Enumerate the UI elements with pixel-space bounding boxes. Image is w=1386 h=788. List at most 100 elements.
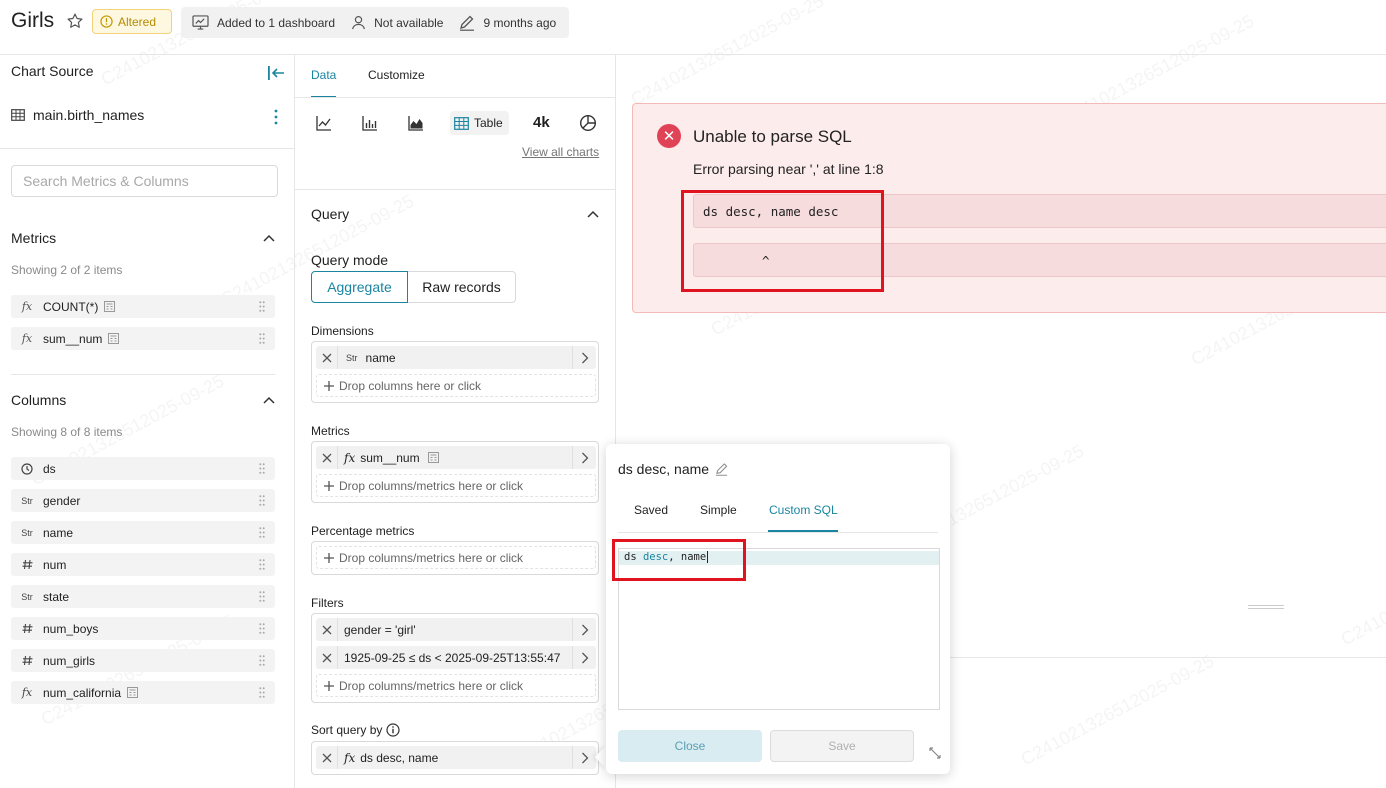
altered-badge[interactable]: Altered — [92, 9, 172, 34]
dashboards-meta[interactable]: Added to 1 dashboard — [192, 15, 335, 30]
plus-icon — [324, 680, 334, 691]
close-icon[interactable] — [316, 446, 338, 469]
metrics-section-title[interactable]: Metrics — [11, 230, 56, 246]
filter-text: 1925-09-25 ≤ ds < 2025-09-25T13:55:47 — [344, 650, 561, 665]
drag-handle-icon[interactable] — [259, 463, 265, 474]
table-viz-label: Table — [474, 116, 503, 130]
metrics-count: Showing 2 of 2 items — [11, 263, 123, 277]
line-chart-icon[interactable] — [316, 114, 332, 132]
chevron-right-icon[interactable] — [572, 346, 596, 369]
close-icon[interactable] — [316, 746, 338, 769]
column-name: num_california — [43, 685, 122, 700]
view-all-charts-link[interactable]: View all charts — [522, 145, 599, 159]
fx-icon: fx — [21, 300, 33, 313]
chevron-right-icon[interactable] — [572, 618, 596, 641]
drop-metrics-zone[interactable]: Drop columns/metrics here or click — [316, 546, 596, 569]
filter-pill[interactable]: gender = 'girl' — [316, 618, 596, 641]
star-icon[interactable] — [66, 12, 84, 30]
area-chart-icon[interactable] — [408, 114, 424, 132]
pie-chart-icon[interactable] — [579, 114, 597, 132]
tab-data[interactable]: Data — [311, 68, 336, 82]
filter-text: gender = 'girl' — [344, 622, 416, 637]
resize-grip-icon[interactable] — [1248, 604, 1284, 610]
chart-source-title: Chart Source — [11, 63, 94, 79]
filter-pill[interactable]: 1925-09-25 ≤ ds < 2025-09-25T13:55:47 — [316, 646, 596, 669]
dimension-pill[interactable]: Str name — [316, 346, 596, 369]
divider — [295, 97, 615, 98]
column-name: gender — [43, 493, 81, 508]
drag-handle-icon[interactable] — [259, 527, 265, 538]
drop-label: Drop columns here or click — [339, 378, 482, 393]
drop-columns-zone[interactable]: Drop columns here or click — [316, 374, 596, 397]
query-section-title[interactable]: Query — [311, 206, 349, 222]
drag-handle-icon[interactable] — [259, 655, 265, 666]
warning-circle-icon — [100, 15, 113, 28]
info-icon[interactable] — [386, 723, 400, 737]
tab-saved[interactable]: Saved — [634, 503, 668, 517]
bar-chart-icon[interactable] — [362, 114, 378, 132]
chevron-right-icon[interactable] — [572, 746, 596, 769]
column-item[interactable]: num_boys — [11, 617, 275, 640]
chevron-up-icon[interactable] — [262, 395, 276, 405]
owner-meta[interactable]: Not available — [351, 15, 443, 30]
metric-item[interactable]: fx sum__num — [11, 327, 275, 350]
columns-section-title[interactable]: Columns — [11, 392, 66, 408]
close-button[interactable]: Close — [618, 730, 762, 762]
big-number-viz-button[interactable]: 4k — [533, 114, 550, 131]
drop-filters-zone[interactable]: Drop columns/metrics here or click — [316, 674, 596, 697]
resize-icon[interactable] — [928, 746, 942, 760]
column-item[interactable]: num — [11, 553, 275, 576]
column-item[interactable]: num_girls — [11, 649, 275, 672]
drag-handle-icon[interactable] — [259, 559, 265, 570]
column-name: num_boys — [43, 621, 99, 636]
drop-metrics-zone[interactable]: Drop columns/metrics here or click — [316, 474, 596, 497]
aggregate-mode-button[interactable]: Aggregate — [311, 271, 408, 303]
popover-title-text: ds desc, name — [618, 461, 710, 477]
chevron-up-icon[interactable] — [586, 209, 600, 219]
edit-icon[interactable] — [715, 462, 728, 476]
collapse-panel-icon[interactable] — [266, 64, 286, 82]
calculator-icon — [427, 452, 439, 463]
metric-pill[interactable]: fx sum__num — [316, 446, 596, 469]
drag-handle-icon[interactable] — [259, 495, 265, 506]
sort-label-text: Sort query by — [311, 723, 383, 737]
column-item[interactable]: Str name — [11, 521, 275, 544]
chevron-right-icon[interactable] — [572, 646, 596, 669]
save-button[interactable]: Save — [770, 730, 914, 762]
search-metrics-input[interactable]: Search Metrics & Columns — [11, 165, 278, 197]
drag-handle-icon[interactable] — [259, 333, 265, 344]
metric-item[interactable]: fx COUNT(*) — [11, 295, 275, 318]
tab-customize[interactable]: Customize — [368, 68, 425, 82]
modified-meta[interactable]: 9 months ago — [459, 15, 556, 31]
table-icon — [11, 109, 25, 121]
column-item[interactable]: fx num_california — [11, 681, 275, 704]
drag-handle-icon[interactable] — [259, 301, 265, 312]
tab-simple[interactable]: Simple — [700, 503, 737, 517]
raw-records-mode-button[interactable]: Raw records — [407, 271, 516, 303]
percentage-metrics-control: Drop columns/metrics here or click — [311, 541, 599, 575]
metrics-control: fx sum__num Drop columns/metrics here or… — [311, 441, 599, 503]
chevron-up-icon[interactable] — [262, 233, 276, 243]
table-viz-button[interactable]: Table — [450, 111, 509, 135]
close-icon[interactable] — [316, 646, 338, 669]
more-options-icon[interactable] — [273, 108, 279, 126]
column-item[interactable]: ds — [11, 457, 275, 480]
datasource-row[interactable]: main.birth_names — [11, 107, 144, 123]
filters-control: gender = 'girl' 1925-09-25 ≤ ds < 2025-0… — [311, 613, 599, 703]
dimensions-control: Str name Drop columns here or click — [311, 341, 599, 403]
popover-title[interactable]: ds desc, name — [618, 461, 728, 477]
chart-title[interactable]: Girls — [11, 9, 54, 33]
chevron-right-icon[interactable] — [572, 446, 596, 469]
close-icon[interactable] — [316, 618, 338, 641]
column-item[interactable]: Str state — [11, 585, 275, 608]
sort-pill[interactable]: fx ds desc, name — [316, 746, 596, 769]
fx-icon: fx — [344, 750, 356, 765]
divider — [618, 532, 938, 533]
drag-handle-icon[interactable] — [259, 591, 265, 602]
tab-custom-sql[interactable]: Custom SQL — [769, 503, 838, 517]
drag-handle-icon[interactable] — [259, 623, 265, 634]
string-type-icon: Str — [346, 352, 358, 363]
close-icon[interactable] — [316, 346, 338, 369]
drag-handle-icon[interactable] — [259, 687, 265, 698]
column-item[interactable]: Str gender — [11, 489, 275, 512]
